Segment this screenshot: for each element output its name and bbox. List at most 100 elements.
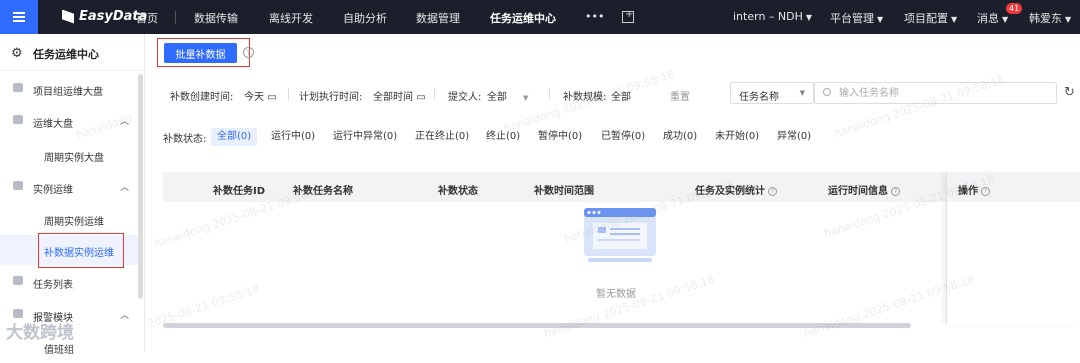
status-label: 补数状态:: [163, 134, 207, 145]
watermark-user: hanaidong: [152, 219, 212, 251]
sidebar-item-period-ops[interactable]: 周期实例运维: [0, 204, 140, 234]
nav-data-transfer[interactable]: 数据传输: [194, 10, 238, 26]
dashboard-icon: [13, 83, 23, 92]
help-icon[interactable]: ?: [768, 186, 777, 196]
status-chip-paused[interactable]: 已暂停(0): [595, 128, 651, 146]
project-name: intern – NDH: [733, 10, 803, 23]
sidebar-item-label: 周期实例大盘: [44, 153, 104, 164]
brand-logo[interactable]: EasyData: [62, 9, 147, 24]
chevron-up-icon: ︿: [120, 183, 130, 193]
monitor-icon: [13, 115, 23, 124]
sidebar-item-label: 值班组: [44, 345, 74, 356]
user-menu[interactable]: 韩爱东 ▼: [1029, 10, 1071, 26]
help-icon[interactable]: ?: [243, 47, 254, 58]
sidebar-scrollbar[interactable]: [138, 74, 143, 299]
messages-menu[interactable]: 消息 ▼: [977, 10, 1008, 26]
instance-icon: [13, 181, 23, 190]
planned-time-label: 计划执行时间:: [299, 92, 363, 103]
submitter-select[interactable]: 全部 ▼: [487, 88, 528, 103]
caret-down-icon: ▼: [951, 15, 958, 24]
caret-down-icon: ▼: [1002, 15, 1009, 24]
planned-time-picker[interactable]: 全部时间 ▭: [373, 88, 426, 103]
refresh-icon[interactable]: ↻: [1064, 85, 1075, 100]
sidebar-item-project-dashboard[interactable]: 项目组运维大盘: [0, 74, 140, 104]
caret-down-icon: ▼: [523, 94, 529, 102]
add-shortcut-icon[interactable]: [622, 9, 634, 23]
column-header-statistics: 任务及实例统计?: [695, 182, 777, 197]
column-header-task-id: 补数任务ID: [213, 186, 266, 197]
column-header-run-info-label: 运行时间信息: [828, 186, 888, 197]
sidebar-item-label: 项目组运维大盘: [33, 87, 103, 98]
highlight-box: [38, 233, 124, 268]
column-header-time-range: 补数时间范围: [534, 186, 594, 197]
hamburger-menu-button[interactable]: [0, 0, 38, 34]
alert-icon: [13, 309, 23, 318]
nav-home[interactable]: 首页: [136, 10, 158, 26]
watermark-user: hanaidong: [822, 209, 882, 241]
created-time-label: 补数创建时间:: [170, 92, 234, 103]
nav-self-analysis[interactable]: 自助分析: [343, 10, 387, 26]
sidebar-item-label: 实例运维: [33, 185, 73, 196]
status-chip-all[interactable]: 全部(0): [211, 128, 258, 146]
help-icon[interactable]: ?: [891, 186, 900, 196]
nav-data-management[interactable]: 数据管理: [416, 10, 460, 26]
status-chip-success[interactable]: 成功(0): [657, 128, 703, 146]
search-box: [814, 82, 1057, 104]
created-time-picker[interactable]: 今天 ▭: [244, 88, 277, 103]
planned-time-value: 全部时间: [373, 92, 413, 103]
chevron-up-icon: ︿: [120, 311, 130, 321]
platform-management-menu[interactable]: 平台管理 ▼: [830, 10, 883, 26]
status-chip-error[interactable]: 异常(0): [771, 128, 817, 146]
reset-button[interactable]: 重置: [670, 88, 690, 103]
column-header-task-name: 补数任务名称: [293, 186, 353, 197]
status-chip-not-started[interactable]: 未开始(0): [709, 128, 765, 146]
status-chip-stopping[interactable]: 正在终止(0): [409, 128, 475, 146]
status-chip-running[interactable]: 运行中(0): [265, 128, 321, 146]
status-chip-running-error[interactable]: 运行中异常(0): [327, 128, 403, 146]
nav-offline-dev[interactable]: 离线开发: [269, 10, 313, 26]
search-type-select[interactable]: 任务名称 ▼: [730, 82, 814, 104]
scale-select[interactable]: 全部: [611, 88, 631, 103]
sidebar-item-period-dashboard[interactable]: 周期实例大盘: [0, 140, 140, 170]
watermark-text: hanaidong 2025-08-21 09:58:18: [542, 273, 716, 341]
caret-down-icon: ▼: [1065, 15, 1072, 24]
platform-management-label: 平台管理: [830, 12, 874, 25]
watermark-logo: 大数跨境: [6, 323, 74, 343]
project-selector[interactable]: intern – NDH ▼: [733, 10, 812, 23]
caret-down-icon: ▼: [805, 13, 813, 22]
filter-divider: [434, 88, 435, 100]
column-header-run-info: 运行时间信息?: [828, 182, 900, 197]
sidebar-item-ops-dashboard[interactable]: 运维大盘 ︿: [0, 106, 140, 136]
filter-divider: [288, 88, 289, 100]
filter-divider: [549, 88, 550, 100]
top-navigation-bar: EasyData 首页 数据传输 离线开发 自助分析 数据管理 任务运维中心 •…: [0, 0, 1080, 34]
menu-icon: [13, 16, 25, 18]
calendar-icon: ▭: [267, 92, 277, 103]
more-nav-button[interactable]: •••: [585, 10, 604, 23]
created-time-value: 今天: [244, 92, 264, 103]
sidebar-item-task-list[interactable]: 任务列表: [0, 267, 140, 297]
caret-down-icon: ▼: [877, 15, 884, 24]
table-horizontal-scrollbar[interactable]: [163, 323, 911, 328]
project-config-menu[interactable]: 项目配置 ▼: [904, 10, 957, 26]
status-chip-terminated[interactable]: 终止(0): [480, 128, 526, 146]
sidebar-header: ⚙ 任务运维中心: [0, 34, 145, 71]
empty-data-illustration: [584, 208, 656, 262]
search-type-value: 任务名称: [739, 92, 779, 103]
column-header-status: 补数状态: [438, 186, 478, 197]
chevron-up-icon: ︿: [120, 117, 130, 127]
project-config-label: 项目配置: [904, 12, 948, 25]
user-name: 韩爱东: [1029, 12, 1062, 25]
logo-icon: [62, 9, 74, 24]
sidebar-item-instance-ops[interactable]: 实例运维 ︿: [0, 172, 140, 202]
calendar-icon: ▭: [416, 92, 426, 103]
empty-state-text: 暂无数据: [596, 289, 636, 300]
fixed-actions-column: [946, 172, 1080, 324]
scale-label: 补数规模:: [563, 92, 607, 103]
search-input[interactable]: [839, 86, 1049, 101]
nav-task-ops-center[interactable]: 任务运维中心: [490, 10, 556, 26]
submitter-value: 全部: [487, 92, 507, 103]
highlight-box: [157, 38, 250, 67]
status-chip-pausing[interactable]: 暂停中(0): [532, 128, 588, 146]
messages-label: 消息: [977, 12, 999, 25]
